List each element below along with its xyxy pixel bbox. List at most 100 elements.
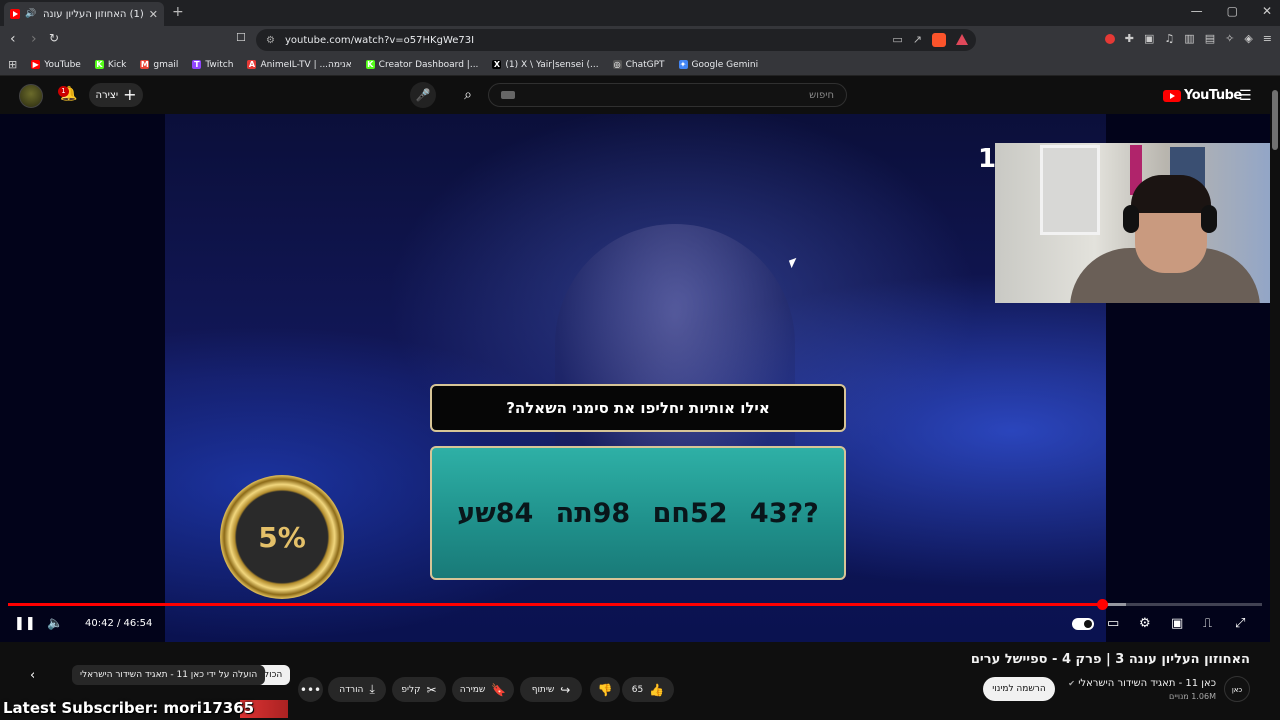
quiz-item: ??43 xyxy=(749,497,819,529)
cast-icon[interactable]: ▭ xyxy=(892,33,902,47)
voice-search-mic-icon[interactable]: 🎤 xyxy=(410,82,436,108)
sidebar-icon[interactable]: ▥ xyxy=(1184,32,1194,45)
bookmark-icon[interactable]: ☐ xyxy=(236,31,246,44)
bookmark-item[interactable]: K Kick xyxy=(94,59,127,70)
notification-count-badge: 1 xyxy=(58,86,69,97)
save-button[interactable]: 🔖 שמירה xyxy=(452,677,514,702)
scissors-icon: ✂ xyxy=(426,682,437,697)
chip-uploader[interactable]: הועלה על ידי כאן 11 - תאגיד השידור הישרא… xyxy=(72,665,266,685)
brave-shields-icon[interactable] xyxy=(932,33,946,47)
search-icon[interactable]: ⌕ xyxy=(452,84,484,106)
autoplay-toggle[interactable] xyxy=(1072,618,1094,630)
address-bar-icons: ▭ ↗ xyxy=(892,33,968,47)
search-input[interactable]: חיפוש xyxy=(488,83,847,107)
user-avatar[interactable] xyxy=(19,84,43,108)
url-text: youtube.com/watch?v=o57HKgWe73I xyxy=(284,34,475,46)
record-extension-icon[interactable] xyxy=(1104,33,1115,44)
bookmark-item[interactable]: A AnimeIL-TV | ...אנימה xyxy=(247,60,352,70)
video-player[interactable]: אילו אותיות יחליפו את סימני השאלה? ??43 … xyxy=(0,114,1270,642)
pause-icon[interactable]: ❚❚ xyxy=(14,616,36,631)
create-button[interactable]: יצירה + xyxy=(89,83,143,107)
keyboard-icon[interactable] xyxy=(501,91,515,99)
bookmark-item[interactable]: ◎ ChatGPT xyxy=(612,59,665,70)
quiz-item: 52חם xyxy=(652,497,728,529)
bookmark-label: ChatGPT xyxy=(625,59,665,70)
clip-button[interactable]: ✂ קליפ xyxy=(392,677,446,702)
download-label: הורדה xyxy=(339,684,364,695)
streamer-webcam xyxy=(995,143,1270,303)
bookmark-icon: 🔖 xyxy=(491,682,507,697)
bookmark-item[interactable]: X (1) X \ Yair|sensei (... xyxy=(492,60,599,70)
bookmark-favicon-icon: K xyxy=(365,60,375,69)
browser-tab[interactable]: 🔊 (1) האחוזון העליון עונה 3 | פרק ✕ xyxy=(4,2,164,26)
miniplayer-icon[interactable]: ▣ xyxy=(1171,616,1183,631)
time-display: 40:42 / 46:54 xyxy=(85,618,153,629)
leo-ai-icon[interactable]: ✧ xyxy=(1225,32,1234,45)
share-page-icon[interactable]: ↗ xyxy=(913,33,922,47)
stream-overlay-latest-subscriber: Latest Subscriber: mori17365 xyxy=(3,699,255,717)
bookmark-favicon-icon: X xyxy=(492,60,502,69)
chevron-left-icon[interactable]: ‹ xyxy=(30,668,35,683)
apps-grid-icon[interactable]: ⊞ xyxy=(8,58,17,71)
download-button[interactable]: ⤓ הורדה xyxy=(328,677,386,702)
bookmark-item[interactable]: T Twitch xyxy=(192,60,233,70)
youtube-favicon-icon xyxy=(10,9,20,19)
bookmark-favicon-icon: T xyxy=(192,60,202,69)
bookmark-item[interactable]: K Creator Dashboard |... xyxy=(365,60,478,70)
dislike-button[interactable]: 👎 xyxy=(590,677,620,702)
guide-menu-icon[interactable]: ☰ xyxy=(1239,88,1252,104)
thumbs-down-icon: 👎 xyxy=(597,682,613,697)
vpn-icon[interactable]: ◈ xyxy=(1244,32,1252,45)
close-tab-icon[interactable]: ✕ xyxy=(149,8,158,21)
tab-title: (1) האחוזון העליון עונה 3 | פרק xyxy=(41,8,144,20)
extensions-icon[interactable]: ✚ xyxy=(1125,32,1134,45)
like-button[interactable]: 👍 65 xyxy=(622,677,674,702)
cast-icon[interactable]: ⎍ xyxy=(1203,616,1212,631)
brave-rewards-icon[interactable] xyxy=(956,34,968,45)
minimize-button[interactable]: — xyxy=(1191,4,1203,18)
youtube-logo[interactable]: YouTube xyxy=(1163,88,1242,103)
channel-avatar[interactable]: כאן xyxy=(1224,676,1250,702)
address-bar[interactable]: ⚙ youtube.com/watch?v=o57HKgWe73I ▭ ↗ xyxy=(256,29,976,51)
bookmark-item[interactable]: Mgmail xyxy=(140,60,178,70)
reload-icon[interactable]: ↻ xyxy=(49,31,59,45)
download-icon: ⤓ xyxy=(369,682,375,696)
music-icon[interactable]: ♫ xyxy=(1164,32,1174,45)
seek-bar[interactable] xyxy=(8,599,1262,610)
back-icon[interactable]: ‹ xyxy=(10,31,16,47)
share-button[interactable]: ↪ שיתוף xyxy=(520,677,582,702)
channel-name[interactable]: כאן 11 - תאגיד השידור הישראלי ✔ xyxy=(1068,678,1216,689)
extension-icons: ✚ ▣ ♫ ▥ ▤ ✧ ◈ ≡ xyxy=(1104,32,1272,45)
subscriber-count: 1.06M מנויים xyxy=(1169,692,1216,701)
speaker-icon[interactable]: 🔊 xyxy=(25,9,36,19)
share-icon: ↪ xyxy=(560,682,571,697)
create-label: יצירה xyxy=(95,89,119,101)
subscribe-button[interactable]: הרשמה למינוי xyxy=(983,677,1055,701)
subtitles-icon[interactable]: ▭ xyxy=(1107,616,1119,631)
thumbs-up-icon: 👍 xyxy=(649,682,665,697)
bookmark-item[interactable]: ▶ YouTube xyxy=(31,60,81,70)
more-actions-button[interactable]: ••• xyxy=(298,677,323,702)
site-settings-icon[interactable]: ⚙ xyxy=(266,35,275,46)
quiz-answer-panel: ??43 52חם 98תה 84שע xyxy=(430,446,846,580)
youtube-play-icon xyxy=(1163,89,1181,102)
seek-handle[interactable] xyxy=(1096,599,1108,610)
maximize-button[interactable]: ▢ xyxy=(1227,4,1238,18)
volume-icon[interactable]: 🔈 xyxy=(47,616,63,631)
screenshot-extension-icon[interactable]: ▣ xyxy=(1144,32,1154,45)
bookmark-label: Kick xyxy=(107,59,127,70)
channel-name-text: כאן 11 - תאגיד השידור הישראלי xyxy=(1078,678,1216,689)
webcam-window xyxy=(1040,145,1100,235)
wallet-icon[interactable]: ▤ xyxy=(1205,32,1215,45)
forward-icon[interactable]: › xyxy=(31,31,37,47)
webcam-person-hair xyxy=(1131,175,1211,213)
menu-icon[interactable]: ≡ xyxy=(1263,32,1272,45)
page-scrollbar[interactable] xyxy=(1272,90,1278,150)
settings-gear-icon[interactable]: ⚙ xyxy=(1139,616,1151,631)
percentage-coin: 5% xyxy=(220,475,344,599)
close-window-button[interactable]: ✕ xyxy=(1262,4,1272,18)
bookmark-item[interactable]: ✦ Google Gemini xyxy=(678,60,758,70)
new-tab-button[interactable]: + xyxy=(172,4,184,20)
fullscreen-icon[interactable]: ⤢ xyxy=(1235,616,1245,631)
overlay-digits: 1 xyxy=(978,144,997,174)
